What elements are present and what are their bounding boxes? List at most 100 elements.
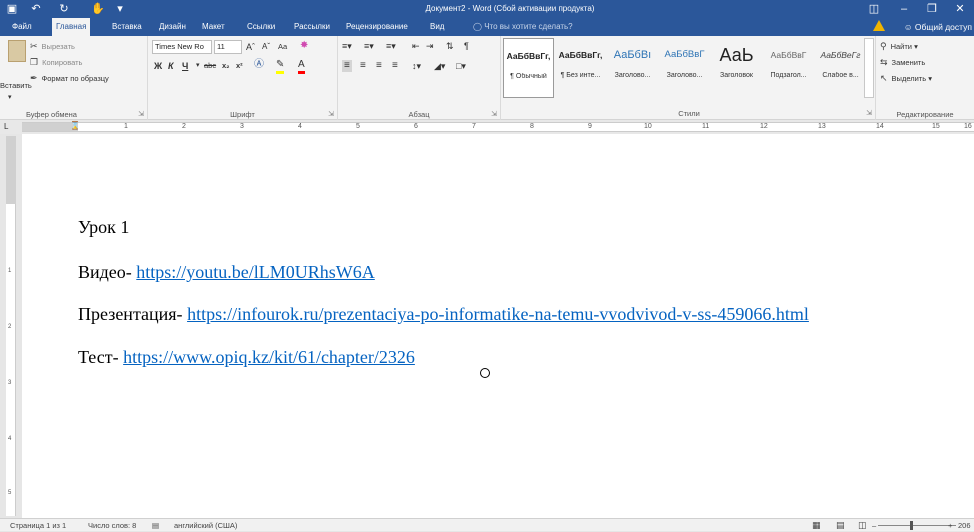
vruler-number: 2	[8, 324, 12, 330]
redo-icon[interactable]: ↻	[54, 0, 74, 18]
minimize-icon[interactable]: –	[890, 0, 918, 18]
ruler-number: 4	[298, 123, 302, 130]
tab-home[interactable]: Главная	[52, 18, 91, 36]
clipboard-launcher-icon[interactable]: ⇲	[138, 110, 144, 118]
underline-button[interactable]: Ч	[182, 60, 188, 72]
decrease-indent-icon[interactable]: ⇤	[412, 40, 420, 52]
line-spacing-icon[interactable]: ↕▾	[412, 60, 421, 72]
style-title[interactable]: АаЬ Заголовок	[711, 38, 762, 98]
read-mode-icon[interactable]: ▦	[812, 519, 821, 532]
video-link[interactable]: https://youtu.be/lLM0URhsW6A	[136, 262, 375, 282]
style-heading-1[interactable]: АаБбВı Заголово...	[607, 38, 658, 98]
paste-button[interactable]: Вставить	[0, 80, 32, 92]
numbering-icon[interactable]: ≡▾	[364, 40, 374, 52]
cut-button[interactable]: ✂ Вырезать	[30, 40, 75, 53]
video-line: Видео- https://youtu.be/lLM0URhsW6A	[78, 261, 375, 283]
restore-icon[interactable]: ❐	[918, 0, 946, 18]
share-button[interactable]: ☺ Общий доступ	[904, 18, 972, 36]
tab-file[interactable]: Файл	[8, 18, 36, 36]
select-button[interactable]: ↖ Выделить ▾	[880, 72, 932, 85]
shrink-font-icon[interactable]: Aˇ	[262, 41, 270, 53]
web-layout-icon[interactable]: ◫	[858, 519, 867, 532]
clear-format-icon[interactable]: ✸	[300, 40, 308, 52]
touch-mode-icon[interactable]: ✋	[88, 0, 108, 18]
styles-gallery-scroll[interactable]	[864, 38, 874, 98]
tab-layout[interactable]: Макет	[198, 18, 229, 36]
zoom-level[interactable]: 206	[958, 519, 971, 532]
zoom-slider[interactable]	[878, 525, 956, 526]
ribbon-display-icon[interactable]: ◫	[860, 0, 888, 18]
superscript-button[interactable]: x²	[236, 60, 243, 72]
format-painter-button[interactable]: ✒ Формат по образцу	[30, 72, 109, 85]
tab-design[interactable]: Дизайн	[155, 18, 190, 36]
copy-button[interactable]: ❐ Копировать	[30, 56, 82, 69]
bullets-icon[interactable]: ≡▾	[342, 40, 352, 52]
style-no-spacing[interactable]: АаБбВвГг, ¶ Без инте...	[555, 38, 606, 98]
ruler-bar: 1 2 3 4 5 6 7 8 9 10 11 12 13 14 15 16	[22, 122, 974, 132]
tab-references[interactable]: Ссылки	[243, 18, 279, 36]
language-indicator[interactable]: английский (США)	[174, 519, 237, 532]
tab-view[interactable]: Вид	[426, 18, 448, 36]
style-subtle-emphasis[interactable]: АаБбВеГг Слабое в...	[815, 38, 866, 98]
subscript-button[interactable]: x₂	[222, 60, 230, 72]
italic-button[interactable]: К	[168, 60, 174, 72]
tab-review[interactable]: Рецензирование	[342, 18, 412, 36]
text-effects-icon[interactable]: Ⓐ	[254, 59, 264, 71]
font-color-icon[interactable]: A	[298, 59, 305, 74]
find-button[interactable]: ⚲ Найти ▾	[880, 40, 918, 53]
word-count[interactable]: Число слов: 8	[88, 519, 136, 532]
zoom-slider-thumb[interactable]	[910, 521, 913, 530]
pilcrow-icon[interactable]: ¶	[464, 40, 469, 52]
style-subtitle[interactable]: АаБбВвГ Подзагол...	[763, 38, 814, 98]
styles-launcher-icon[interactable]: ⇲	[866, 109, 872, 117]
justify-icon[interactable]: ≡	[392, 60, 398, 72]
page-count[interactable]: Страница 1 из 1	[10, 519, 66, 532]
ruler-number: 2	[182, 123, 186, 130]
multilevel-list-icon[interactable]: ≡▾	[386, 40, 396, 52]
align-right-icon[interactable]: ≡	[376, 60, 382, 72]
indent-marker-icon[interactable]: ⌛	[70, 121, 80, 130]
sort-icon[interactable]: ⇅	[446, 40, 454, 52]
style-normal[interactable]: АаБбВвГг, ¶ Обычный	[503, 38, 554, 98]
zoom-out-icon[interactable]: –	[872, 519, 876, 532]
tab-mailings[interactable]: Рассылки	[290, 18, 334, 36]
tab-insert[interactable]: Вставка	[108, 18, 146, 36]
align-left-icon[interactable]: ≡	[342, 60, 352, 72]
proofing-icon[interactable]: ▤	[152, 519, 159, 532]
scissors-icon: ✂	[30, 41, 38, 51]
font-size-select[interactable]: 11	[214, 40, 242, 54]
print-layout-icon[interactable]: ▤	[836, 519, 845, 532]
customize-icon[interactable]: ▾	[110, 0, 130, 18]
paste-icon[interactable]	[8, 40, 26, 62]
save-icon[interactable]: ▣	[2, 0, 22, 18]
vertical-ruler: 1 2 3 4 5	[6, 136, 16, 516]
editing-group: ⚲ Найти ▾ ⇆ Заменить ↖ Выделить ▾ Редактиро…	[875, 36, 974, 120]
highlight-icon[interactable]: ✎	[276, 59, 285, 74]
grow-font-icon[interactable]: Aˆ	[246, 41, 255, 53]
shading-icon[interactable]: ◢▾	[434, 60, 445, 72]
tab-selector-icon[interactable]: L	[4, 121, 8, 133]
strikethrough-button[interactable]: abc	[204, 60, 216, 72]
align-center-icon[interactable]: ≡	[360, 60, 366, 72]
increase-indent-icon[interactable]: ⇥	[426, 40, 434, 52]
test-link[interactable]: https://www.opiq.kz/kit/61/chapter/2326	[123, 347, 415, 367]
font-family-select[interactable]: Times New Ro	[152, 40, 212, 54]
vruler-number: 4	[8, 436, 12, 442]
document-page[interactable]	[22, 134, 974, 518]
horizontal-ruler: L 1 2 3 4 5 6 7 8 9 10 11 12 13 14 15 16…	[0, 120, 974, 134]
style-heading-2[interactable]: АаБбВвГ Заголово...	[659, 38, 710, 98]
tell-me-search[interactable]: ◯ Что вы хотите сделать?	[473, 18, 573, 36]
font-launcher-icon[interactable]: ⇲	[328, 110, 334, 118]
borders-icon[interactable]: □▾	[456, 60, 466, 72]
undo-icon[interactable]: ↶	[26, 0, 46, 18]
presentation-link[interactable]: https://infourok.ru/prezentaciya-po-info…	[187, 304, 809, 324]
close-icon[interactable]: ✕	[946, 0, 974, 18]
paste-dropdown-icon[interactable]: ▾	[8, 92, 12, 104]
bold-button[interactable]: Ж	[154, 60, 162, 72]
zoom-in-icon[interactable]: +	[948, 519, 952, 532]
change-case-button[interactable]: Aa	[278, 41, 287, 53]
replace-button[interactable]: ⇆ Заменить	[880, 56, 925, 69]
underline-dropdown-icon[interactable]: ▾	[196, 60, 200, 72]
warning-icon[interactable]	[873, 20, 885, 31]
paragraph-launcher-icon[interactable]: ⇲	[491, 110, 497, 118]
